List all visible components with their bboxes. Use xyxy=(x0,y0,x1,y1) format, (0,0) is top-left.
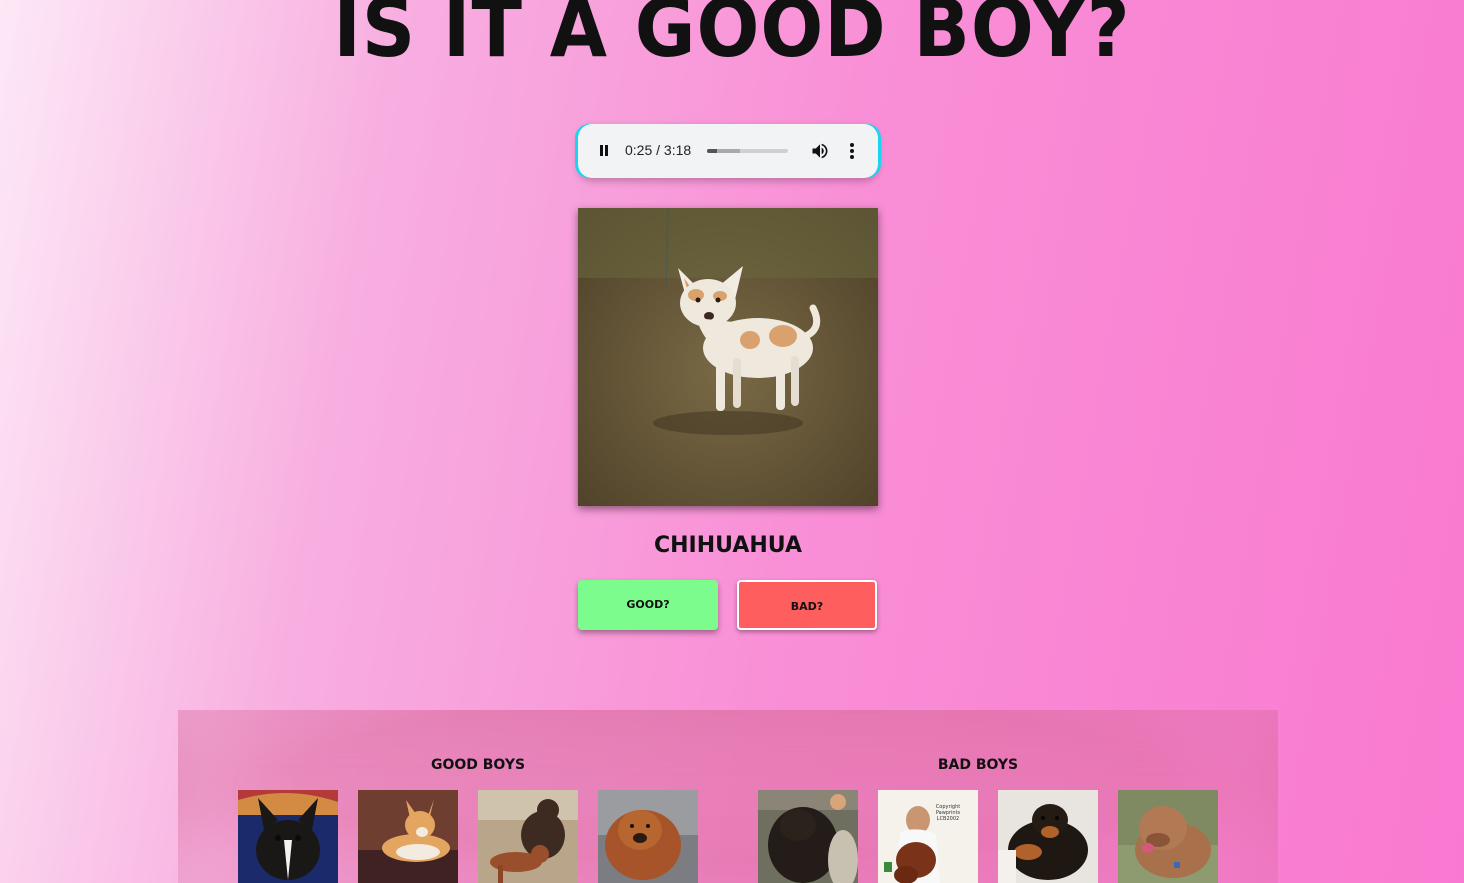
good-boy-thumbnail-french-bulldog[interactable] xyxy=(238,790,338,883)
bad-button[interactable]: bad? xyxy=(737,580,877,630)
bad-boy-thumbnail-rottweiler-mix[interactable] xyxy=(998,790,1098,883)
page-title: Is it a Good Boy? xyxy=(333,0,1131,76)
svg-text:LCB2002: LCB2002 xyxy=(937,816,959,822)
pause-icon[interactable] xyxy=(598,143,610,159)
good-boy-thumbnail-retriever-and-vizsla[interactable] xyxy=(478,790,578,883)
good-button[interactable]: good? xyxy=(578,580,718,630)
bad-boy-thumbnail-curly-retriever[interactable] xyxy=(758,790,858,883)
more-options-icon[interactable] xyxy=(844,141,860,161)
good-boys-heading: Good Boys xyxy=(430,757,526,773)
dog-photo xyxy=(578,208,878,506)
dog-name: chihuahua xyxy=(654,533,802,558)
progress-slider[interactable] xyxy=(707,149,788,153)
bad-boys-heading: Bad Boys xyxy=(937,757,1019,773)
bad-boy-thumbnail-bloodhound[interactable]: Copyright Pawprints LCB2002 xyxy=(878,790,978,883)
time-display: 0:25 / 3:18 xyxy=(625,142,692,158)
gallery-panel xyxy=(178,710,1278,883)
audio-player[interactable]: 0:25 / 3:18 xyxy=(578,124,878,178)
volume-icon[interactable] xyxy=(810,141,830,161)
bad-boy-thumbnail-dogue-de-bordeaux[interactable] xyxy=(1118,790,1218,883)
good-boy-thumbnail-chow-chow[interactable] xyxy=(598,790,698,883)
good-boy-thumbnail-corgi[interactable] xyxy=(358,790,458,883)
progress-fill xyxy=(707,149,718,153)
